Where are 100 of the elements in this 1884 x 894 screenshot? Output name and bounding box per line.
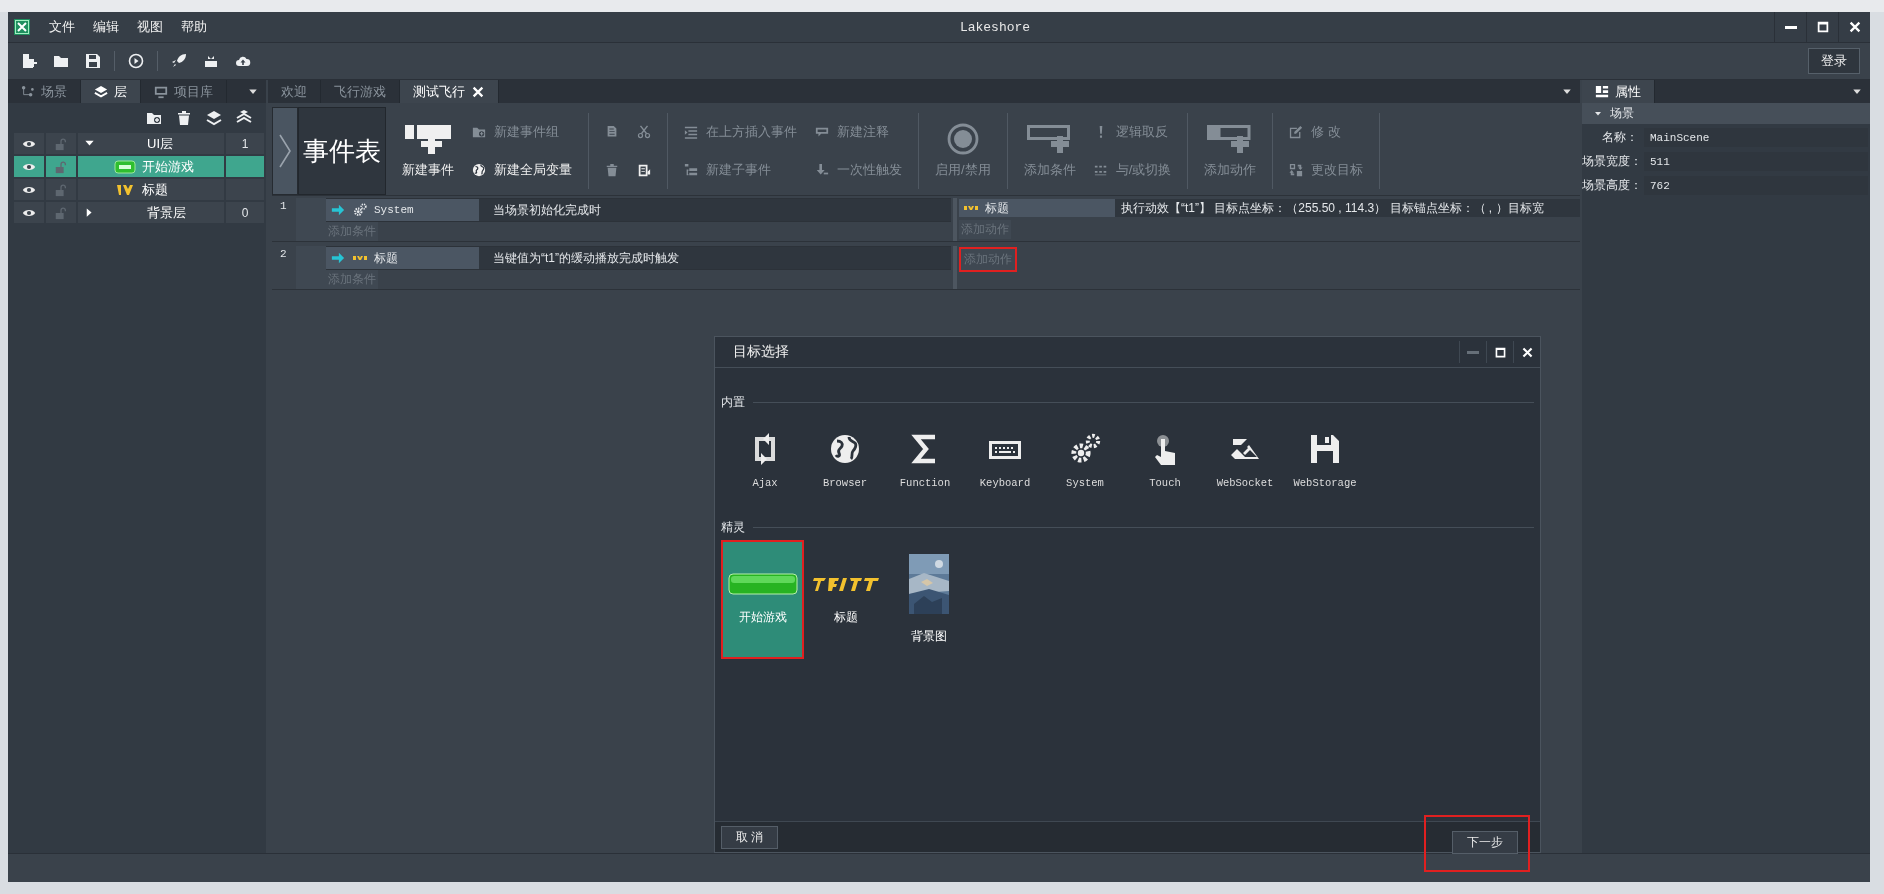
object-name: System bbox=[374, 204, 414, 216]
app-logo-icon bbox=[14, 19, 30, 35]
condition-text: 当场景初始化完成时 bbox=[479, 199, 951, 221]
layers-icon bbox=[94, 84, 108, 99]
property-field[interactable]: 762 bbox=[1644, 176, 1868, 195]
lock-icon bbox=[54, 205, 68, 220]
panel-tab[interactable]: 层 bbox=[81, 80, 141, 103]
and-or-icon bbox=[1093, 163, 1108, 177]
object-option[interactable]: Keyboard bbox=[965, 425, 1045, 497]
pencil-icon bbox=[1289, 125, 1304, 139]
sprite-option[interactable]: 标题 bbox=[804, 540, 887, 659]
properties-icon bbox=[1595, 84, 1609, 99]
window-title: Lakeshore bbox=[958, 19, 1032, 35]
folder-plus-icon bbox=[146, 110, 162, 126]
add-condition-drawing bbox=[1026, 123, 1073, 155]
toolbar-button[interactable]: 新建全局变量 bbox=[472, 161, 572, 179]
panel-tab[interactable]: 项目库 bbox=[141, 80, 227, 103]
dialog-title: 目标选择 bbox=[732, 343, 790, 361]
event-sheet-title: 事件表 bbox=[298, 107, 386, 195]
arrow-icon bbox=[330, 251, 346, 265]
object-option[interactable]: Ajax bbox=[725, 425, 805, 497]
section-title: 精灵 bbox=[721, 519, 1534, 536]
gears-icon bbox=[352, 203, 368, 217]
layer-name: 开始游戏 bbox=[142, 157, 194, 176]
layer-up-icon[interactable] bbox=[236, 110, 252, 126]
condition-text: 当键值为“t1”的缓动播放完成时触发 bbox=[479, 247, 951, 269]
button-thumbnail bbox=[727, 573, 798, 595]
close-icon bbox=[471, 84, 485, 99]
sprite-option[interactable]: 背景图 bbox=[887, 540, 970, 659]
object-option[interactable]: WebStorage bbox=[1285, 425, 1365, 497]
layer-name: UI层 bbox=[147, 134, 173, 153]
object-option[interactable]: Touch bbox=[1125, 425, 1205, 497]
layer-down-icon[interactable] bbox=[206, 110, 222, 126]
property-label: 场景高度： bbox=[1582, 177, 1643, 194]
object-name: 标题 bbox=[374, 249, 398, 267]
title-thumbnail-icon bbox=[114, 182, 136, 197]
gears-icon bbox=[1069, 433, 1101, 465]
menu-item[interactable]: 视图 bbox=[128, 18, 172, 36]
new-event-drawing bbox=[405, 123, 451, 155]
section-header[interactable]: 场景 bbox=[1582, 103, 1870, 124]
layer-name: 背景层 bbox=[147, 203, 186, 222]
event-margin bbox=[296, 198, 326, 241]
maximize-icon bbox=[1815, 20, 1830, 34]
add-action-drawing bbox=[1207, 123, 1254, 155]
object-option[interactable]: Function bbox=[885, 425, 965, 497]
lock-icon bbox=[54, 136, 68, 151]
button-thumbnail-icon bbox=[114, 159, 136, 174]
lock-icon bbox=[54, 159, 68, 174]
close-icon bbox=[1520, 345, 1534, 359]
swap-icon bbox=[1289, 163, 1304, 177]
event-number: 1 bbox=[279, 199, 288, 214]
nodes-icon bbox=[21, 84, 35, 99]
close-icon bbox=[1847, 20, 1862, 34]
layer-count: 1 bbox=[241, 136, 249, 151]
editor-tab[interactable]: 欢迎 bbox=[268, 80, 321, 103]
object-option[interactable]: System bbox=[1045, 425, 1125, 497]
event-number: 2 bbox=[279, 247, 288, 262]
lock-icon bbox=[54, 182, 68, 197]
action-object[interactable]: 标题 bbox=[959, 199, 1115, 217]
toolbar-button[interactable]: 新建事件 bbox=[402, 113, 454, 189]
property-label: 名称： bbox=[1601, 129, 1639, 146]
floppy-icon bbox=[1309, 433, 1341, 465]
arrow-icon bbox=[330, 203, 346, 217]
property-label: 场景宽度： bbox=[1582, 153, 1643, 170]
panel-tab[interactable]: 属性 bbox=[1582, 80, 1655, 103]
action-text: 执行动效【“t1”】 目标点坐标：（255.50 , 114.3） 目标锚点坐标：（ , ）目标宽 bbox=[1115, 199, 1580, 217]
condition-object[interactable]: System bbox=[326, 199, 479, 221]
collapse-panel-handle[interactable] bbox=[272, 107, 298, 195]
menu-item[interactable]: 编辑 bbox=[84, 18, 128, 36]
editor-tab[interactable]: 测试飞行 bbox=[400, 80, 499, 103]
folder-plus-icon bbox=[472, 125, 486, 139]
list-icon bbox=[684, 125, 698, 139]
tree-icon bbox=[684, 163, 698, 177]
sprite-option[interactable]: 开始游戏 bbox=[721, 540, 804, 659]
minimize-icon bbox=[1784, 25, 1797, 29]
down-arrow-icon bbox=[815, 163, 829, 177]
record-icon bbox=[946, 123, 979, 155]
property-field[interactable]: 511 bbox=[1644, 152, 1868, 171]
condition-object[interactable]: 标题 bbox=[326, 247, 479, 269]
object-option[interactable]: WebSocket bbox=[1205, 425, 1285, 497]
object-option[interactable]: Browser bbox=[805, 425, 885, 497]
monitor-icon bbox=[154, 84, 168, 99]
chevrons-up-icon bbox=[236, 110, 252, 126]
cancel-button[interactable]: 取 消 bbox=[721, 825, 779, 849]
object-name: 标题 bbox=[985, 199, 1009, 217]
minimize-icon bbox=[1467, 350, 1479, 354]
chevron-icon bbox=[278, 134, 292, 168]
login-button[interactable]: 登录 bbox=[1808, 48, 1860, 74]
globe-icon bbox=[829, 433, 861, 465]
menu-item[interactable]: 帮助 bbox=[172, 18, 216, 36]
property-field[interactable]: MainScene bbox=[1644, 128, 1868, 147]
maximize-icon bbox=[1493, 345, 1507, 359]
layer-count: 0 bbox=[241, 205, 249, 220]
event-margin bbox=[296, 246, 326, 289]
layers-icon bbox=[206, 110, 222, 126]
section-title: 内置 bbox=[721, 394, 1534, 411]
new-folder-icon[interactable] bbox=[146, 110, 162, 126]
globe-icon bbox=[472, 163, 486, 177]
next-button[interactable]: 下一步 bbox=[1452, 830, 1518, 854]
menu-item[interactable]: 文件 bbox=[40, 18, 84, 36]
